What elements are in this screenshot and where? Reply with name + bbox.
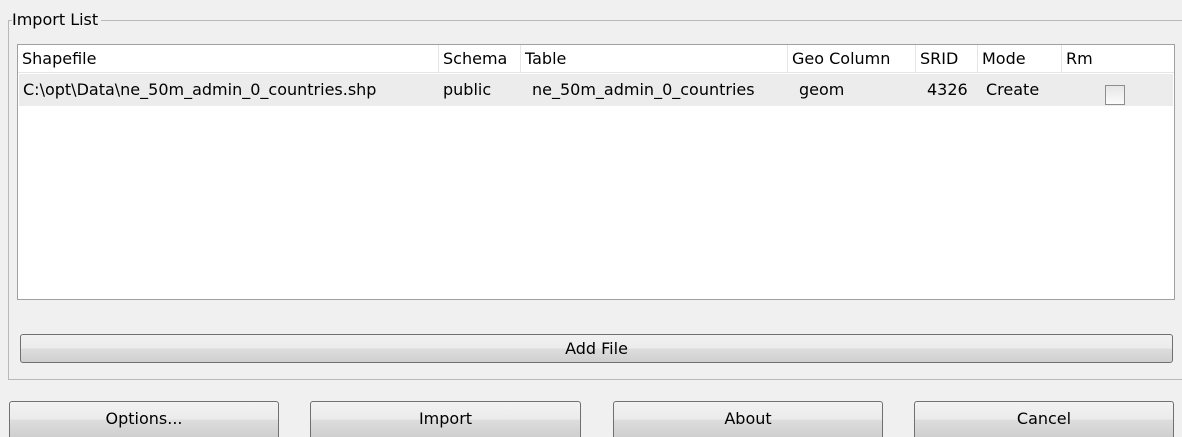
cell-schema: public — [443, 80, 492, 99]
column-header-schema[interactable]: Schema — [439, 45, 521, 73]
add-file-button[interactable]: Add File — [20, 334, 1173, 363]
cell-shapefile: C:\opt\Data\ne_50m_admin_0_countries.shp — [23, 80, 377, 99]
options-button[interactable]: Options... — [9, 401, 279, 437]
column-header-table[interactable]: Table — [521, 45, 788, 73]
import-list-title: Import List — [12, 9, 102, 31]
import-button[interactable]: Import — [310, 401, 581, 437]
rm-checkbox[interactable] — [1105, 85, 1125, 105]
import-list-table[interactable]: Shapefile Schema Table Geo Column SRID M… — [17, 44, 1175, 300]
column-header-mode[interactable]: Mode — [978, 45, 1062, 73]
cancel-button[interactable]: Cancel — [914, 401, 1174, 437]
about-button[interactable]: About — [613, 401, 883, 437]
cell-table: ne_50m_admin_0_countries — [532, 80, 755, 99]
table-header: Shapefile Schema Table Geo Column SRID M… — [18, 45, 1174, 73]
column-header-shapefile[interactable]: Shapefile — [18, 45, 439, 73]
column-header-geo-column[interactable]: Geo Column — [788, 45, 916, 73]
table-row[interactable]: C:\opt\Data\ne_50m_admin_0_countries.shp… — [19, 74, 1173, 106]
cell-geo-column: geom — [799, 80, 845, 99]
cell-srid: 4326 — [927, 80, 968, 99]
cell-mode: Create — [986, 80, 1040, 99]
column-header-srid[interactable]: SRID — [916, 45, 978, 73]
column-header-rm[interactable]: Rm — [1062, 45, 1174, 73]
